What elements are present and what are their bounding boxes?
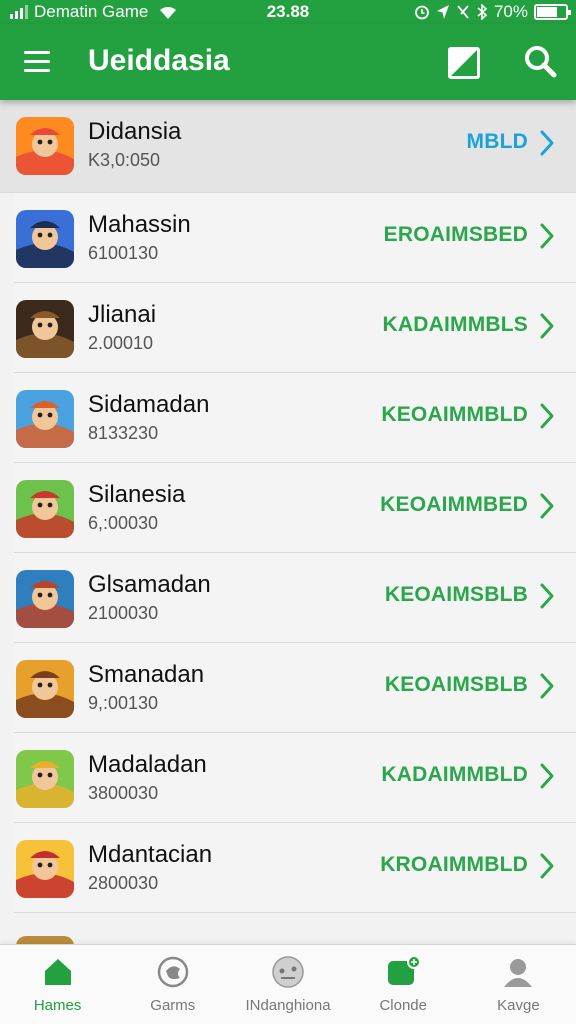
game-icon (16, 300, 74, 358)
chevron-right-icon (540, 493, 554, 519)
nav-label: Hames (33, 997, 82, 1014)
chat-icon (386, 955, 422, 989)
game-action-label[interactable]: KEOAIMMBED (380, 493, 528, 517)
edit-square-icon[interactable] (446, 45, 482, 81)
location-icon (436, 5, 449, 19)
game-icon (16, 390, 74, 448)
game-icon (16, 840, 74, 898)
page-title: Ueiddasia (88, 44, 230, 77)
game-action-label[interactable]: KEOAIMSBLB (385, 583, 528, 607)
chevron-right-icon (540, 130, 554, 156)
game-row[interactable]: Sidamadan 8133230 KEOAIMMBLD (14, 373, 576, 463)
game-row[interactable]: Glsamadan 2100030 KEOAIMSBLB (14, 553, 576, 643)
chevron-right-icon (540, 313, 554, 339)
game-count: K3,0:050 (88, 150, 161, 170)
game-name: Glsamadan (88, 571, 211, 598)
game-action-label[interactable]: MBLD (467, 130, 528, 154)
chevron-right-icon (540, 583, 554, 609)
nav-item-hames[interactable]: Hames (0, 945, 115, 1024)
game-action-label[interactable]: KEOAIMSBLB (385, 673, 528, 697)
nav-item-clonde[interactable]: Clonde (346, 945, 461, 1024)
game-action-label[interactable]: KROAIMMBLD (380, 853, 528, 877)
game-list: Didansia K3,0:050 MBLD Mahassin 6100130 … (0, 100, 576, 913)
app-bar: Ueiddasia (0, 24, 576, 100)
game-name: Madaladan (88, 751, 207, 778)
game-name: Sidamadan (88, 391, 210, 418)
chevron-right-icon (540, 763, 554, 789)
game-icon (16, 660, 74, 718)
game-name: Jlianai (88, 301, 157, 328)
alarm-icon (415, 5, 429, 20)
game-count: 8133230 (88, 423, 159, 443)
nav-label: Kavge (497, 997, 540, 1014)
game-row[interactable]: Mahassin 6100130 EROAIMSBED (14, 193, 576, 283)
game-row[interactable]: Madaladan 3800030 KADAIMMBLD (14, 733, 576, 823)
game-action-label[interactable]: KADAIMMBLS (383, 313, 528, 337)
game-row[interactable]: Silanesia 6,:00030 KEOAIMMBED (14, 463, 576, 553)
bluetooth-icon (477, 4, 488, 20)
controller-icon (271, 955, 305, 989)
nav-label: INdanghiona (245, 997, 331, 1014)
game-action-label[interactable]: KADAIMMBLD (381, 763, 528, 787)
game-name: Silanesia (88, 481, 186, 508)
game-icon (16, 750, 74, 808)
status-bar: Dematin Game 23.88 70% (0, 0, 576, 24)
nav-label: Garms (150, 997, 196, 1014)
game-count: 9,:00130 (88, 693, 159, 713)
game-icon (16, 570, 74, 628)
no-signal-icon (457, 5, 469, 19)
games-icon (156, 955, 190, 989)
home-icon (41, 955, 75, 989)
chevron-right-icon (540, 223, 554, 249)
game-count: 2100030 (88, 603, 159, 623)
game-row[interactable]: Didansia K3,0:050 MBLD (0, 100, 576, 193)
game-icon (16, 117, 74, 175)
game-count: 2.00010 (88, 333, 154, 353)
carrier-name: Dematin Game (34, 2, 149, 21)
game-row[interactable]: Mdantacian 2800030 KROAIMMBLD (14, 823, 576, 913)
game-icon (16, 210, 74, 268)
profile-icon (501, 955, 535, 989)
game-row[interactable]: Smanadan 9,:00130 KEOAIMSBLB (14, 643, 576, 733)
chevron-right-icon (540, 673, 554, 699)
game-name: Didansia (88, 118, 182, 145)
nav-item-kavge[interactable]: Kavge (461, 945, 576, 1024)
game-action-label[interactable]: KEOAIMMBLD (381, 403, 528, 427)
game-icon (16, 480, 74, 538)
wifi-icon (160, 6, 177, 20)
game-count: 6,:00030 (88, 513, 159, 533)
chevron-right-icon (540, 403, 554, 429)
nav-item-garms[interactable]: Garms (115, 945, 230, 1024)
nav-label: Clonde (379, 997, 427, 1014)
search-icon[interactable] (522, 44, 558, 80)
nav-item-indanghiona[interactable]: INdanghiona (230, 945, 345, 1024)
game-action-label[interactable]: EROAIMSBED (384, 223, 528, 247)
hamburger-menu-icon[interactable] (20, 48, 54, 76)
app-screen: Dematin Game 23.88 70% Ueiddasia Didansi… (0, 0, 576, 1024)
game-name: Smanadan (88, 661, 205, 688)
game-name: Mdantacian (88, 841, 213, 868)
game-count: 2800030 (88, 873, 159, 893)
bottom-navigation: Hames Garms INdanghiona Clonde Kavge (0, 944, 576, 1024)
game-name: Mahassin (88, 211, 191, 238)
chevron-right-icon (540, 853, 554, 879)
game-count: 6100130 (88, 243, 159, 263)
battery-icon (534, 4, 571, 20)
battery-percent: 70% (493, 2, 528, 21)
game-count: 3800030 (88, 783, 159, 803)
game-row[interactable]: Jlianai 2.00010 KADAIMMBLS (14, 283, 576, 373)
signal-icon (10, 5, 28, 19)
